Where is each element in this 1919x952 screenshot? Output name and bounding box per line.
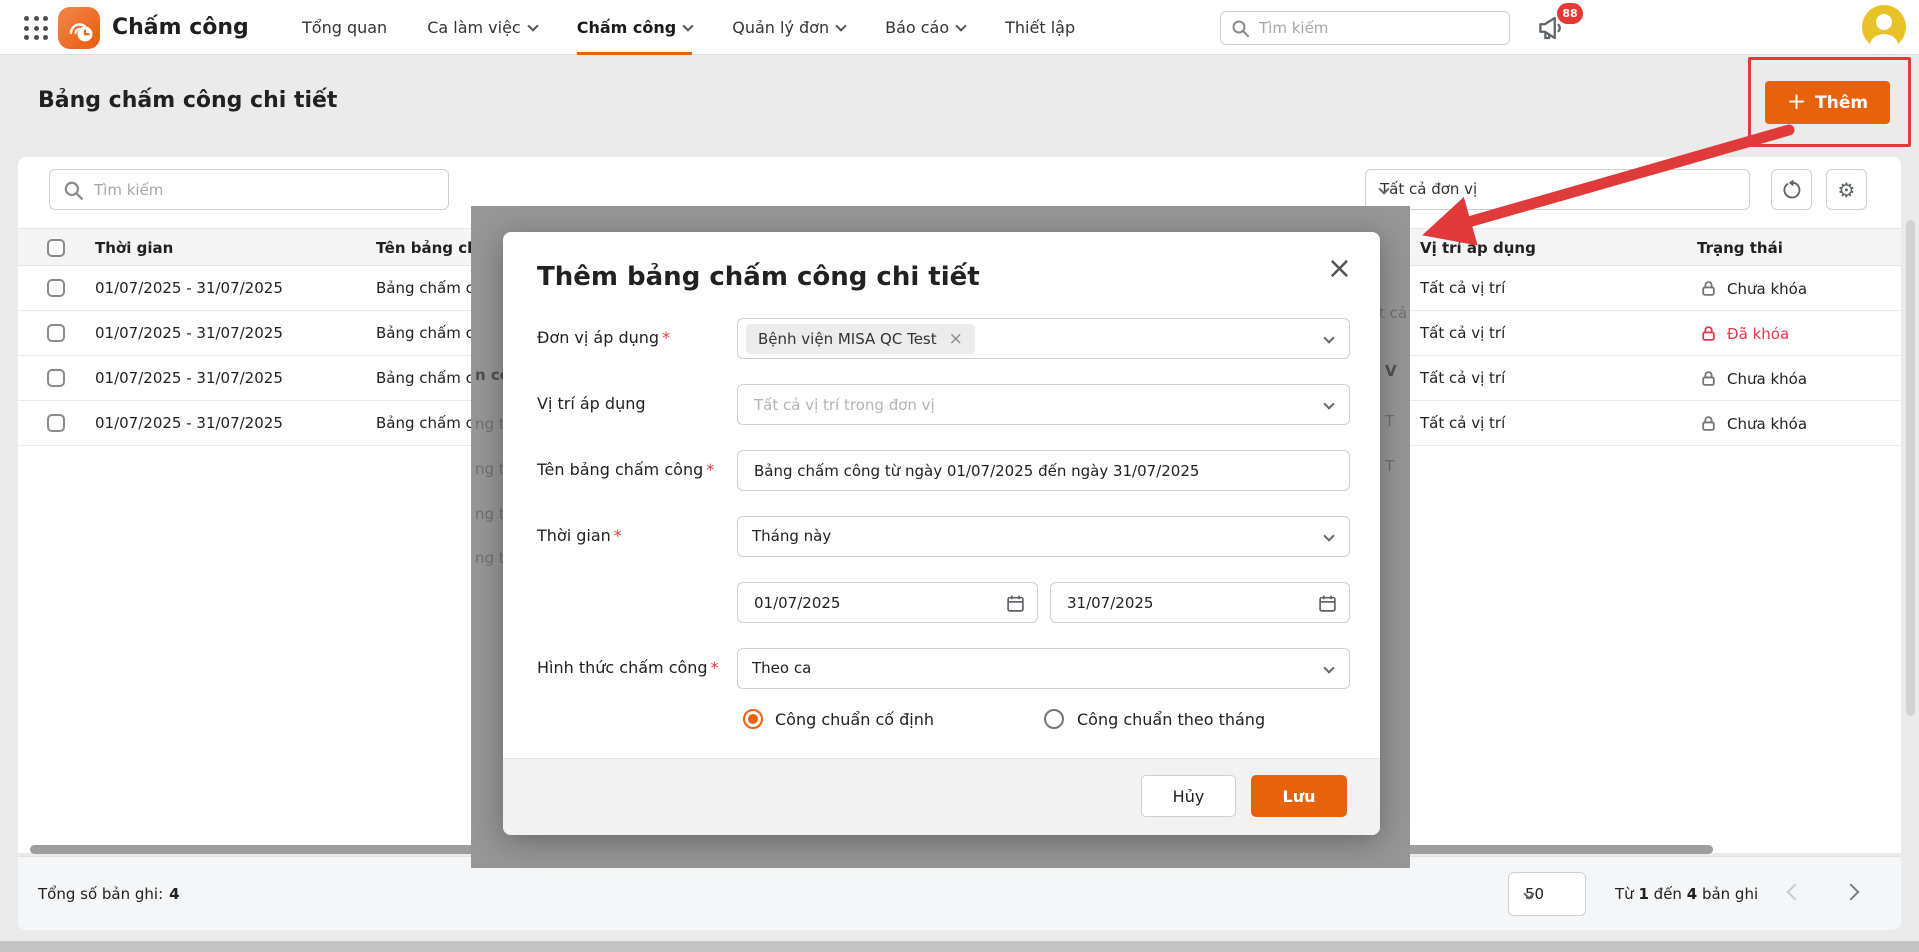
backdrop-text-fragment: T	[1385, 412, 1395, 430]
header-status: Trạng thái	[1697, 239, 1783, 257]
page-title: Bảng chấm công chi tiết	[38, 88, 338, 113]
location-select[interactable]	[737, 384, 1350, 425]
standard-work-options: Công chuẩn cố định Công chuẩn theo tháng	[503, 708, 1380, 732]
field-label-period: Thời gian *	[537, 526, 622, 545]
chevron-down-icon	[1323, 398, 1335, 410]
location-input[interactable]	[752, 385, 1312, 424]
lock-open-icon	[1702, 416, 1715, 431]
lock-closed-icon	[1702, 326, 1715, 341]
required-asterisk: *	[662, 328, 671, 347]
row-checkbox[interactable]	[47, 279, 65, 297]
refresh-icon	[1783, 178, 1800, 198]
chevron-down-icon	[955, 20, 967, 32]
method-select[interactable]: Theo ca	[737, 648, 1350, 689]
timesheet-name-field	[737, 450, 1350, 491]
notification-count-badge: 88	[1557, 3, 1583, 24]
selected-unit-chip: Bệnh viện MISA QC Test ×	[746, 324, 975, 354]
nav-item-shifts[interactable]: Ca làm việc	[427, 0, 539, 55]
field-label-method: Hình thức chấm công *	[537, 658, 719, 677]
app-logo-timekeeping-icon[interactable]	[58, 7, 100, 49]
lock-open-icon	[1702, 371, 1715, 386]
chevron-down-icon	[682, 20, 694, 32]
table-search	[49, 169, 449, 210]
status-badge: Chưa khóa	[1700, 401, 1807, 446]
app-title: Chấm công	[112, 15, 249, 40]
date-from-input[interactable]	[752, 583, 982, 622]
main-nav: Tổng quan Ca làm việc Chấm công Quản lý …	[302, 0, 1075, 55]
add-timesheet-modal: Thêm bảng chấm công chi tiết × Đơn vị áp…	[503, 232, 1380, 835]
timesheet-name-input[interactable]	[752, 451, 1312, 490]
nav-item-reports[interactable]: Báo cáo	[885, 0, 967, 55]
backdrop-text-fragment: T	[1385, 457, 1395, 475]
chevron-down-icon	[835, 20, 847, 32]
status-badge: Chưa khóa	[1700, 266, 1807, 311]
status-badge: Chưa khóa	[1700, 356, 1807, 401]
save-button[interactable]: Lưu	[1251, 775, 1347, 817]
row-checkbox[interactable]	[47, 369, 65, 387]
status-badge: Đã khóa	[1700, 311, 1789, 356]
global-search-input[interactable]	[1257, 12, 1502, 44]
field-label-name: Tên bảng chấm công *	[537, 460, 715, 479]
date-to-input[interactable]	[1065, 583, 1295, 622]
refresh-button[interactable]	[1771, 169, 1812, 210]
prev-page-icon[interactable]	[1786, 883, 1804, 901]
date-from-field[interactable]	[737, 582, 1038, 623]
row-checkbox[interactable]	[47, 324, 65, 342]
nav-item-timekeeping[interactable]: Chấm công	[576, 0, 694, 55]
plus-icon: +	[1786, 89, 1807, 115]
backdrop-text-fragment: V	[1385, 362, 1397, 380]
select-all-checkbox[interactable]	[47, 239, 65, 257]
total-records: Tổng số bản ghi: 4	[38, 885, 180, 903]
gear-icon: ⚙	[1837, 177, 1856, 202]
unit-filter-dropdown[interactable]: Tất cả đơn vị	[1365, 169, 1750, 210]
lock-open-icon	[1702, 281, 1715, 296]
settings-button[interactable]: ⚙	[1826, 169, 1867, 210]
field-label-unit: Đơn vị áp dụng *	[537, 328, 671, 347]
radio-label: Công chuẩn theo tháng	[1077, 710, 1266, 729]
table-search-input[interactable]	[92, 170, 440, 209]
top-navbar: Chấm công Tổng quan Ca làm việc Chấm côn…	[0, 0, 1919, 55]
period-select[interactable]: Tháng này	[737, 516, 1350, 557]
nav-item-overview[interactable]: Tổng quan	[302, 0, 387, 55]
chevron-down-icon	[1323, 662, 1335, 674]
record-range: Từ 1 đến 4 bản ghi	[1615, 885, 1759, 903]
chevron-down-icon	[1323, 332, 1335, 344]
backdrop-text-fragment: t cả	[1379, 304, 1408, 322]
nav-item-settings[interactable]: Thiết lập	[1005, 0, 1075, 55]
search-icon	[64, 181, 83, 200]
calendar-icon	[1007, 595, 1024, 612]
chevron-down-icon	[527, 20, 539, 32]
close-icon[interactable]: ×	[1327, 254, 1352, 284]
date-to-field[interactable]	[1050, 582, 1350, 623]
header-location: Vị trí áp dụng	[1420, 239, 1536, 257]
required-asterisk: *	[706, 460, 715, 479]
radio-monthly-standard[interactable]	[1044, 709, 1064, 729]
global-search	[1220, 11, 1510, 45]
add-button[interactable]: + Thêm	[1765, 81, 1890, 124]
required-asterisk: *	[613, 526, 622, 545]
vertical-scrollbar-thumb[interactable]	[1906, 220, 1915, 716]
calendar-icon	[1319, 595, 1336, 612]
radio-label: Công chuẩn cố định	[775, 710, 935, 729]
modal-title: Thêm bảng chấm công chi tiết	[537, 262, 980, 292]
nav-item-requests[interactable]: Quản lý đơn	[732, 0, 847, 55]
chevron-down-icon	[1323, 530, 1335, 542]
app-window: Chấm công Tổng quan Ca làm việc Chấm côn…	[0, 0, 1919, 952]
next-page-icon[interactable]	[1842, 883, 1860, 901]
header-time: Thời gian	[95, 239, 174, 257]
required-asterisk: *	[710, 658, 719, 677]
remove-chip-icon[interactable]: ×	[949, 330, 963, 348]
row-checkbox[interactable]	[47, 414, 65, 432]
cancel-button[interactable]: Hủy	[1141, 775, 1236, 817]
radio-fixed-standard[interactable]	[743, 709, 763, 729]
field-label-location: Vị trí áp dụng	[537, 394, 646, 413]
search-icon	[1232, 20, 1249, 37]
page-size-select[interactable]: 50	[1508, 872, 1586, 916]
user-avatar[interactable]	[1862, 5, 1906, 49]
modal-footer: Hủy Lưu	[503, 758, 1380, 835]
unit-select[interactable]: Bệnh viện MISA QC Test ×	[737, 318, 1350, 359]
app-grid-icon[interactable]	[24, 16, 50, 42]
